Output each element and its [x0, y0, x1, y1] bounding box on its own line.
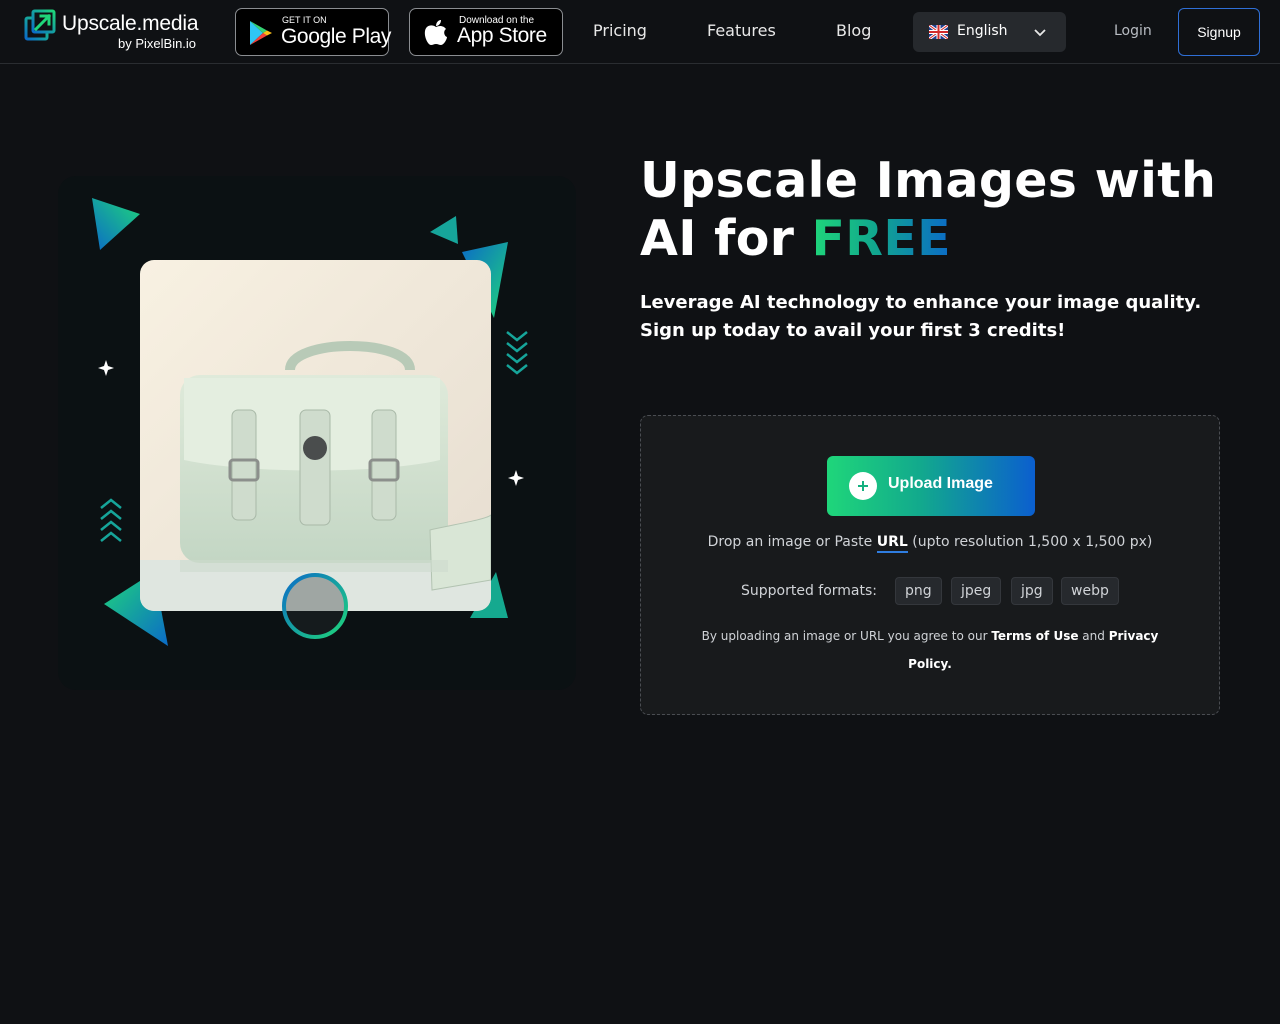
google-play-title: Google Play: [281, 25, 392, 48]
chevron-down-icon: [1034, 29, 1046, 37]
brand-logo[interactable]: Upscale.media by PixelBin.io: [24, 8, 204, 56]
drop-suffix: (upto resolution 1,500 x 1,500 px): [907, 534, 1153, 550]
top-nav-bar: Upscale.media by PixelBin.io GET IT ON G…: [0, 0, 1280, 64]
hero-subtitle-line: Sign up today to avail your first 3 cred…: [640, 320, 1066, 341]
login-link[interactable]: Login: [1114, 23, 1152, 39]
plus-icon: [849, 472, 877, 500]
upload-dropzone[interactable]: Upload Image Drop an image or Paste URL …: [640, 415, 1220, 715]
brand-byline: by PixelBin.io: [118, 36, 197, 51]
upload-image-button[interactable]: Upload Image: [827, 456, 1035, 516]
paste-url-link[interactable]: URL: [876, 534, 908, 553]
language-selector[interactable]: English: [913, 12, 1066, 52]
terms-prefix: By uploading an image or URL you agree t…: [701, 629, 992, 643]
signup-button[interactable]: Signup: [1178, 8, 1260, 56]
app-store-title: App Store: [457, 24, 547, 47]
upload-button-label: Upload Image: [888, 475, 993, 492]
sparkle-icon: [98, 360, 114, 376]
decorative-triangle: [430, 216, 458, 244]
drop-prefix: Drop an image or Paste: [707, 534, 877, 550]
format-badge: webp: [1061, 577, 1119, 605]
apple-icon: [424, 20, 447, 45]
terms-of-use-link[interactable]: Terms of Use: [991, 629, 1078, 643]
format-badge: png: [895, 577, 942, 605]
terms-and: and: [1078, 629, 1109, 643]
app-store-badge[interactable]: Download on the App Store: [409, 8, 563, 56]
google-play-caption: GET IT ON: [282, 15, 327, 25]
format-badge: jpeg: [951, 577, 1002, 605]
hero-subtitle: Leverage AI technology to enhance your i…: [640, 289, 1240, 345]
google-play-badge[interactable]: GET IT ON Google Play: [235, 8, 392, 56]
hero-title-accent: FREE: [811, 210, 951, 267]
progress-ring-icon: [282, 573, 348, 639]
brand-name: Upscale.media: [62, 12, 199, 35]
uk-flag-icon: [929, 25, 948, 39]
nav-features[interactable]: Features: [707, 21, 776, 40]
handbag-illustration: [140, 260, 491, 611]
formats-label: Supported formats:: [741, 583, 878, 599]
google-play-icon: [250, 21, 272, 45]
hero-title: Upscale Images with AI for FREE: [640, 152, 1260, 268]
upscale-logo-icon: [24, 9, 56, 41]
terms-notice: By uploading an image or URL you agree t…: [681, 622, 1179, 678]
sparkle-icon: [508, 470, 524, 486]
nav-blog[interactable]: Blog: [836, 21, 871, 40]
decorative-triangle: [92, 198, 140, 250]
drop-instructions: Drop an image or Paste URL (upto resolut…: [641, 534, 1219, 553]
format-badge: jpg: [1011, 577, 1053, 605]
nav-pricing[interactable]: Pricing: [593, 21, 647, 40]
sample-bag-photo: [140, 260, 491, 611]
chevrons-up-icon: [100, 498, 122, 542]
hero-subtitle-line: Leverage AI technology to enhance your i…: [640, 292, 1202, 313]
language-label: English: [957, 23, 1008, 39]
chevrons-down-icon: [506, 331, 528, 375]
